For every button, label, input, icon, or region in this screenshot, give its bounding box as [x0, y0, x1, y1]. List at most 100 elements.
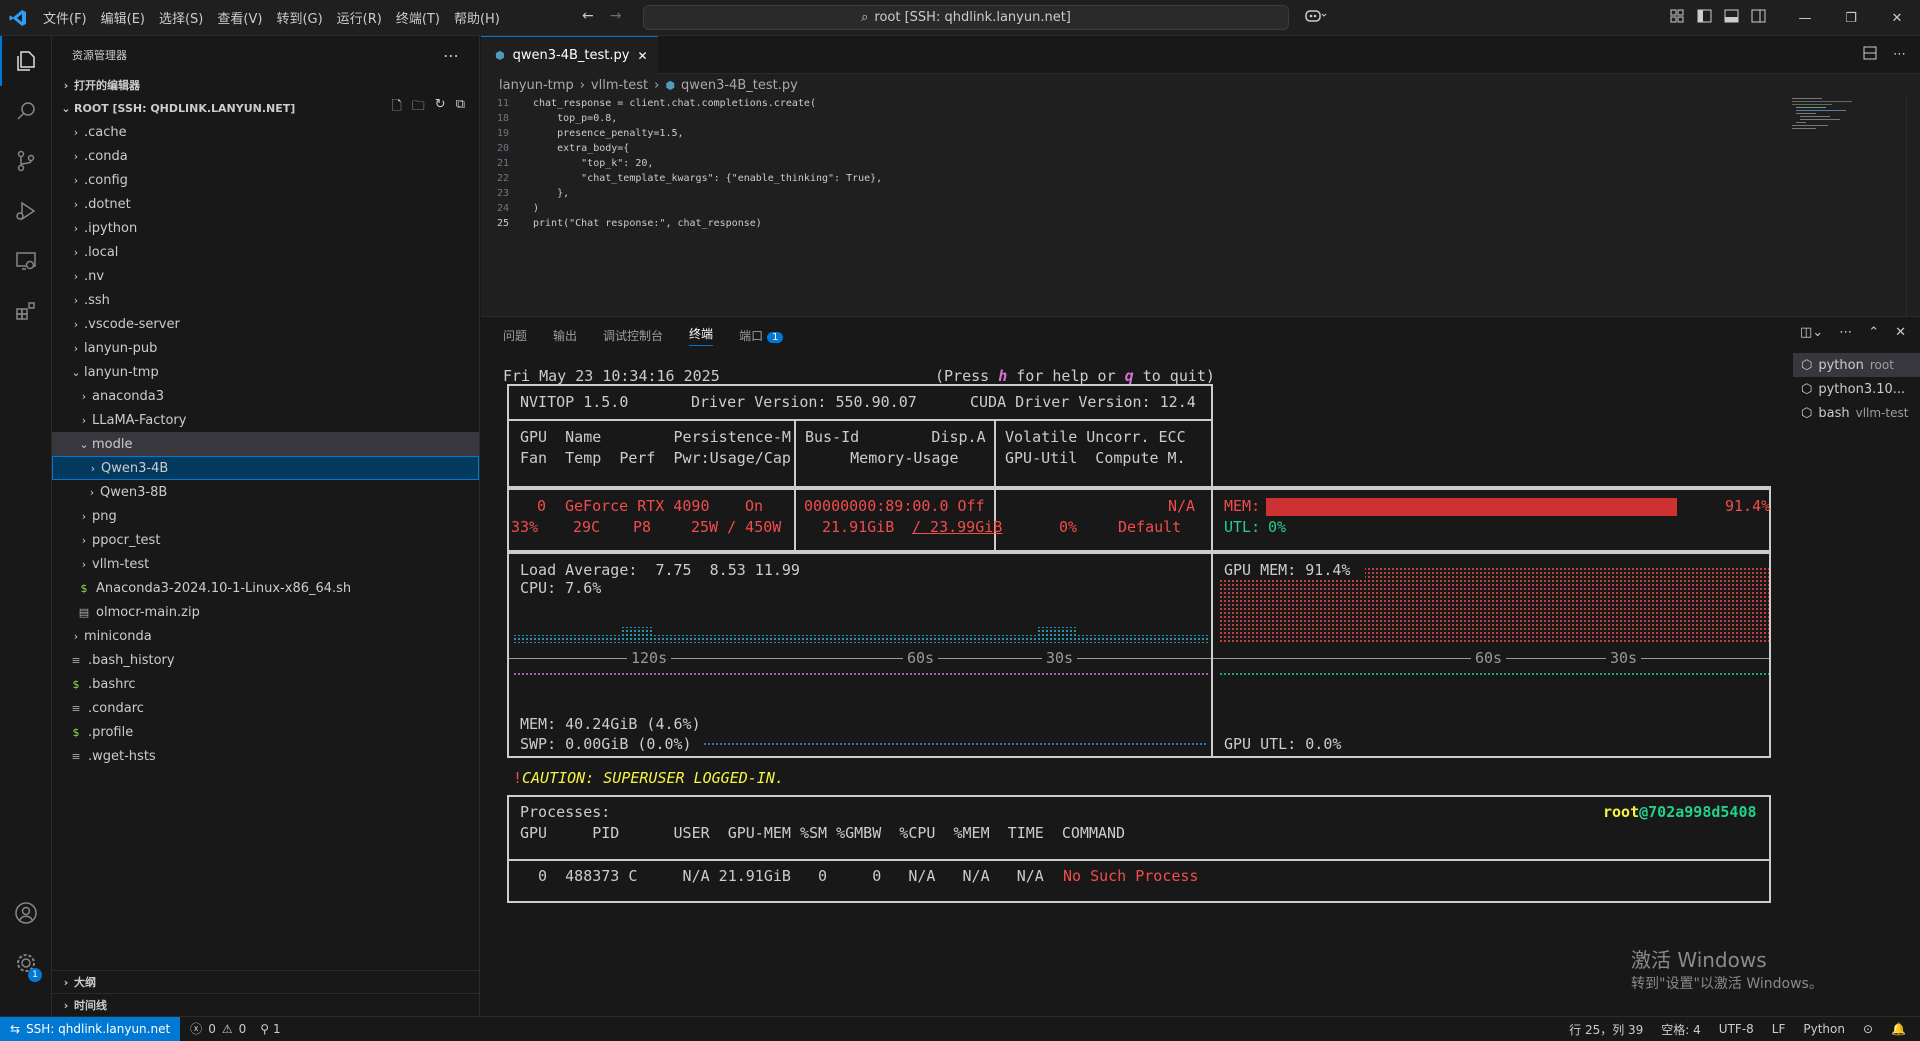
open-editors-section[interactable]: › 打开的编辑器 [52, 74, 479, 96]
customize-layout-icon[interactable] [1670, 9, 1685, 27]
tree-item[interactable]: ▤ olmocr-main.zip [52, 600, 479, 624]
tree-item[interactable]: $ .profile [52, 720, 479, 744]
extensions-icon[interactable] [0, 286, 52, 336]
close-panel-icon[interactable]: ✕ [1895, 325, 1906, 340]
new-folder-icon[interactable]: 🗀 [412, 97, 425, 119]
copilot-icon[interactable] [1305, 9, 1327, 27]
tree-item[interactable]: $ .bashrc [52, 672, 479, 696]
search-view-icon[interactable] [0, 86, 52, 136]
timeline-section[interactable]: › 时间线 [52, 993, 480, 1016]
indentation[interactable]: 空格: 4 [1661, 1021, 1701, 1038]
command-center[interactable]: ⌕ root [SSH: qhdlink.lanyun.net] [643, 5, 1289, 30]
breadcrumb-item[interactable]: lanyun-tmp [499, 78, 574, 93]
scrollbar[interactable] [1906, 96, 1920, 316]
tree-item[interactable]: › ppocr_test [52, 528, 479, 552]
menu-run[interactable]: 运行(R) [330, 8, 389, 27]
chevron-right-icon: › [73, 317, 79, 331]
menu-terminal[interactable]: 终端(T) [389, 8, 447, 27]
cursor-position[interactable]: 行 25，列 39 [1569, 1021, 1643, 1038]
tree-item[interactable]: › anaconda3 [52, 384, 479, 408]
tree-item[interactable]: ≡ .wget-hsts [52, 744, 479, 768]
ports-indicator[interactable]: ⚲ 1 [246, 1022, 280, 1036]
new-file-icon[interactable]: 🗋 [391, 97, 401, 119]
editor-more-icon[interactable]: ⋯ [1893, 47, 1906, 62]
tree-item[interactable]: › .ipython [52, 216, 479, 240]
manage-gear-icon[interactable]: 1 [0, 938, 52, 988]
source-control-icon[interactable] [0, 136, 52, 186]
refresh-icon[interactable]: ↻ [435, 97, 446, 119]
back-arrow-icon[interactable]: ← [582, 8, 594, 24]
copilot-status-icon[interactable]: ⊙ [1863, 1022, 1873, 1036]
close-window-icon[interactable]: ✕ [1874, 0, 1920, 36]
tree-item[interactable]: › Qwen3-8B [52, 480, 479, 504]
toggle-primary-sidebar-icon[interactable] [1697, 9, 1712, 27]
tree-item[interactable]: › miniconda [52, 624, 479, 648]
account-icon[interactable] [0, 888, 52, 938]
tree-item[interactable]: › LLaMA-Factory [52, 408, 479, 432]
breadcrumb-item[interactable]: qwen3-4B_test.py [681, 78, 798, 93]
tree-item[interactable]: › .vscode-server [52, 312, 479, 336]
tree-item-label: .ipython [84, 220, 138, 236]
menu-view[interactable]: 查看(V) [210, 8, 269, 27]
restore-icon[interactable]: ❐ [1828, 0, 1874, 36]
close-tab-icon[interactable]: ✕ [637, 49, 647, 63]
collapse-all-icon[interactable]: ⧉ [456, 97, 465, 119]
problems-indicator[interactable]: ⓧ 0 ⚠ 0 [180, 1020, 246, 1037]
minimap[interactable] [1790, 96, 1860, 156]
forward-arrow-icon[interactable]: → [610, 8, 622, 24]
root-folder-section[interactable]: ⌄ ROOT [SSH: QHDLINK.LANYUN.NET] 🗋 🗀 ↻ ⧉ [52, 96, 479, 120]
menu-help[interactable]: 帮助(H) [447, 8, 507, 27]
minimize-icon[interactable]: — [1782, 0, 1828, 36]
tree-item[interactable]: ≡ .bash_history [52, 648, 479, 672]
notifications-bell-icon[interactable]: 🔔 [1891, 1022, 1906, 1036]
menu-edit[interactable]: 编辑(E) [94, 8, 152, 27]
tree-item[interactable]: › Qwen3-4B [52, 456, 479, 480]
tree-item[interactable]: ⌄ lanyun-tmp [52, 360, 479, 384]
tree-item[interactable]: › .dotnet [52, 192, 479, 216]
terminal-instance[interactable]: ⬡ python root [1793, 353, 1920, 377]
tab-output[interactable]: 输出 [553, 327, 577, 344]
tab-debug-console[interactable]: 调试控制台 [603, 327, 663, 344]
menu-selection[interactable]: 选择(S) [152, 8, 210, 27]
menu-file[interactable]: 文件(F) [36, 8, 94, 27]
tree-item[interactable]: › .cache [52, 120, 479, 144]
editor-tab-active[interactable]: ⬢ qwen3-4B_test.py ✕ [481, 36, 658, 74]
tree-item[interactable]: › .local [52, 240, 479, 264]
toggle-secondary-sidebar-icon[interactable] [1751, 9, 1766, 27]
explorer-icon[interactable] [0, 36, 52, 86]
terminal-view[interactable]: Fri May 23 10:34:16 2025 (Press h for he… [503, 367, 1793, 1007]
menu-go[interactable]: 转到(G) [269, 8, 329, 27]
breadcrumb-item[interactable]: vllm-test [591, 78, 648, 93]
more-actions-icon[interactable]: ⋯ [443, 46, 459, 65]
tab-terminal[interactable]: 终端 [689, 325, 714, 346]
tree-item[interactable]: $ Anaconda3-2024.10-1-Linux-x86_64.sh [52, 576, 479, 600]
toggle-panel-icon[interactable] [1724, 9, 1739, 27]
nvitop-help-text: (Press h for help or q to quit) [935, 367, 1215, 385]
language-mode[interactable]: Python [1803, 1022, 1845, 1036]
terminal-icon: ⬡ [1801, 357, 1813, 373]
maximize-panel-icon[interactable]: ⌃ [1868, 325, 1879, 340]
panel-more-icon[interactable]: ⋯ [1839, 325, 1852, 340]
outline-section[interactable]: › 大纲 [52, 970, 480, 993]
encoding[interactable]: UTF-8 [1719, 1022, 1754, 1036]
terminal-instance[interactable]: ⬡ python3.10... [1793, 377, 1920, 401]
terminal-instance[interactable]: ⬡ bash vllm-test [1793, 401, 1920, 425]
tree-item[interactable]: › png [52, 504, 479, 528]
split-terminal-icon[interactable]: ◫⌄ [1800, 325, 1823, 340]
tree-item[interactable]: › lanyun-pub [52, 336, 479, 360]
end-of-line[interactable]: LF [1772, 1022, 1786, 1036]
tree-item[interactable]: ≡ .condarc [52, 696, 479, 720]
run-debug-icon[interactable] [0, 186, 52, 236]
tree-item[interactable]: › .nv [52, 264, 479, 288]
tab-problems[interactable]: 问题 [503, 327, 527, 344]
tree-item[interactable]: ⌄ modle [52, 432, 479, 456]
split-editor-icon[interactable] [1863, 46, 1877, 64]
tree-item[interactable]: › .ssh [52, 288, 479, 312]
tree-item[interactable]: › vllm-test [52, 552, 479, 576]
tab-ports[interactable]: 端口 1 [739, 327, 784, 344]
tree-item[interactable]: › .config [52, 168, 479, 192]
remote-indicator[interactable]: ⇆ SSH: qhdlink.lanyun.net [0, 1016, 181, 1041]
remote-explorer-icon[interactable] [0, 236, 52, 286]
code-view[interactable]: 11 chat_response = client.chat.completion… [481, 96, 1920, 231]
tree-item[interactable]: › .conda [52, 144, 479, 168]
